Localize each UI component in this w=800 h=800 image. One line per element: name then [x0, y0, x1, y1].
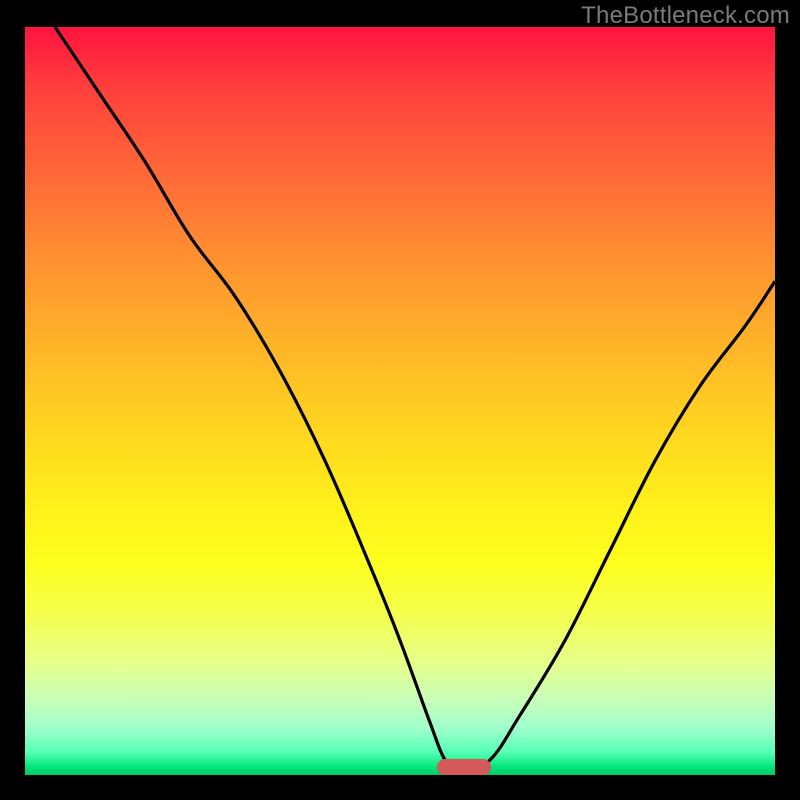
plot-area: [25, 27, 775, 775]
chart-frame: TheBottleneck.com: [0, 0, 800, 800]
right-branch-path: [460, 281, 775, 775]
left-branch-path: [55, 27, 460, 775]
optimal-marker: [437, 759, 491, 775]
watermark-text: TheBottleneck.com: [581, 2, 790, 30]
bottleneck-curve: [25, 27, 775, 775]
